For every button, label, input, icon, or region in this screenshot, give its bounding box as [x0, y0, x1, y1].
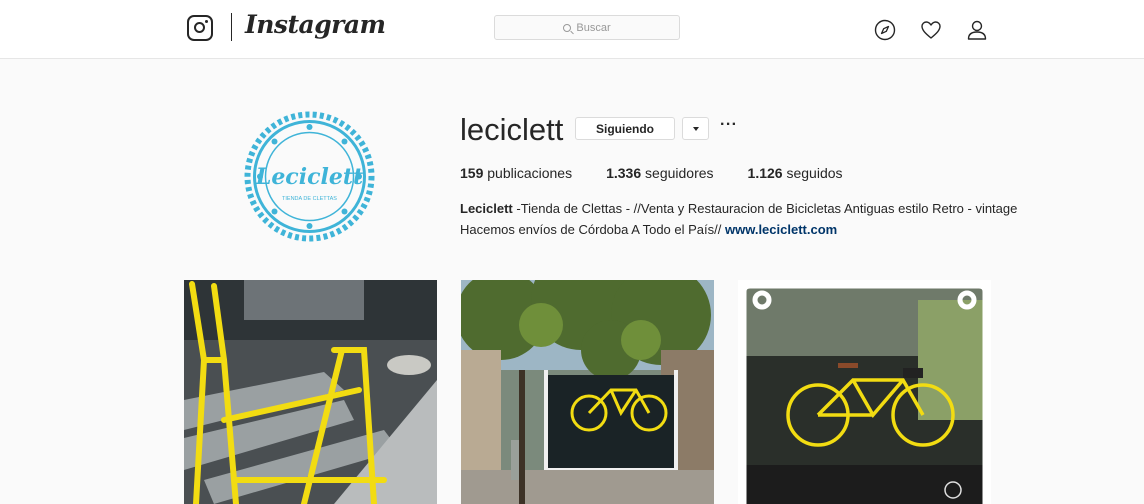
suggestions-dropdown-button[interactable]: [682, 117, 709, 140]
camera-lens-shape: [194, 22, 205, 33]
stat-posts: 159 publicaciones: [460, 165, 572, 181]
following-button[interactable]: Siguiendo: [575, 117, 675, 140]
post-thumbnail[interactable]: [184, 280, 437, 504]
post-thumbnail[interactable]: [461, 280, 714, 504]
stat-posts-value: 159: [460, 165, 484, 181]
more-options-button[interactable]: ···: [720, 116, 737, 134]
compass-icon[interactable]: [874, 19, 896, 41]
profile-stats: 159 publicaciones 1.336 seguidores 1.126…: [460, 165, 877, 181]
stat-following[interactable]: 1.126 seguidos: [748, 165, 843, 181]
instagram-wordmark[interactable]: Instagram: [245, 10, 386, 39]
avatar-tagline-text: TIENDA DE CLETTAS: [282, 196, 337, 202]
search-icon: [563, 23, 572, 32]
profile-bio: Leciclett -Tienda de Clettas - //Venta y…: [460, 198, 1020, 240]
stat-following-label: seguidos: [786, 165, 843, 181]
stat-following-value: 1.126: [747, 165, 783, 181]
stat-posts-label: publicaciones: [487, 165, 573, 181]
profile-username: leciclett: [460, 112, 564, 147]
bio-name: Leciclett: [460, 201, 513, 216]
camera-flash-dot: [205, 19, 208, 23]
person-icon[interactable]: [966, 19, 988, 41]
brand-divider: [231, 13, 232, 41]
stat-followers-value: 1.336: [606, 165, 642, 181]
search-input[interactable]: Buscar: [494, 15, 680, 40]
chevron-down-icon: [692, 126, 699, 131]
profile-avatar[interactable]: Leciclett TIENDA DE CLETTAS: [243, 110, 376, 243]
avatar-script-text: Leciclett: [255, 164, 363, 190]
stat-followers[interactable]: 1.336 seguidores: [606, 165, 713, 181]
instagram-camera-icon[interactable]: [187, 15, 213, 41]
bio-website-link[interactable]: www.leciclett.com: [725, 222, 837, 237]
post-thumbnail[interactable]: [738, 280, 991, 504]
heart-icon[interactable]: [920, 19, 942, 41]
top-navigation-bar: Instagram Buscar: [0, 0, 1144, 59]
search-placeholder: Buscar: [576, 21, 611, 34]
stat-followers-label: seguidores: [645, 165, 714, 181]
